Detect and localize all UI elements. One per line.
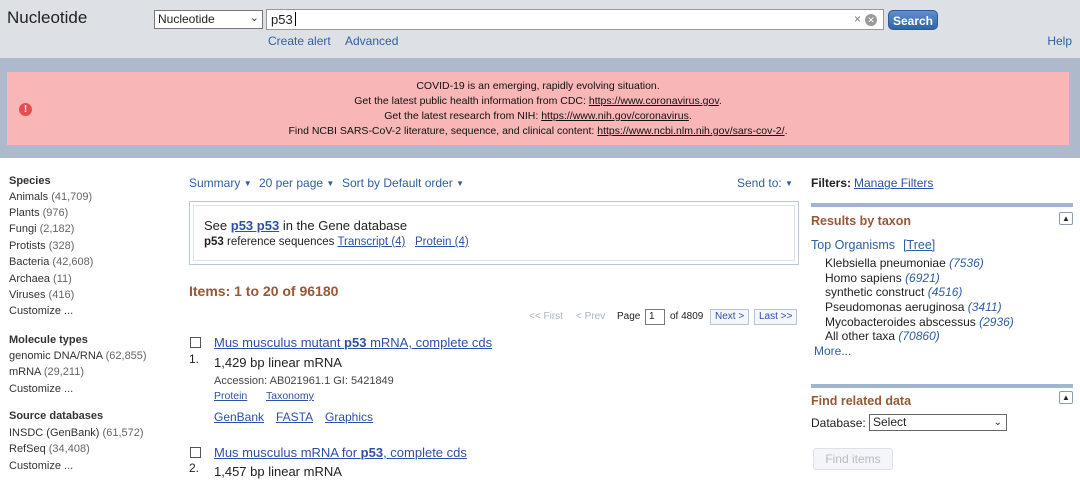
result-taxonomy-link[interactable]: Taxonomy — [266, 390, 314, 402]
create-alert-link[interactable]: Create alert — [268, 34, 331, 48]
header-bar: Nucleotide Nucleotide ⌄ p53 × ✕ Search C… — [0, 0, 1080, 58]
facet-item[interactable]: RefSeq (34,408) — [9, 443, 90, 455]
page-total: of 4809 — [670, 311, 704, 322]
search-input[interactable]: p53 × ✕ — [266, 9, 884, 30]
facet-item[interactable]: Protists (328) — [9, 240, 74, 252]
summary-dropdown[interactable]: Summary ▼ — [189, 176, 252, 190]
chevron-down-icon: ⌄ — [993, 417, 1002, 428]
database-label: Database: — [811, 416, 866, 430]
facet-item[interactable]: Viruses (416) — [9, 289, 74, 301]
result-number: 2. — [189, 461, 200, 475]
facet-item[interactable]: mRNA (29,211) — [9, 366, 84, 378]
facet-item[interactable]: Animals (41,709) — [9, 191, 92, 203]
facet-title-source: Source databases — [9, 410, 104, 422]
related-database-select[interactable]: Select ⌄ — [869, 414, 1007, 431]
gene-link[interactable]: p53 p53 — [231, 218, 279, 233]
help-link[interactable]: Help — [1047, 34, 1072, 48]
text-caret — [294, 12, 296, 26]
sars-cov-2-link[interactable]: https://www.ncbi.nlm.nih.gov/sars-cov-2/ — [597, 125, 784, 137]
database-select-value: Nucleotide — [158, 12, 215, 26]
find-related-data-title: Find related data — [811, 394, 912, 408]
top-organisms-label: Top Organisms — [811, 238, 896, 252]
gene-box-inner — [193, 205, 795, 261]
customize-link[interactable]: Customize ... — [9, 383, 73, 395]
related-header-bar — [811, 384, 1073, 388]
triangle-down-icon: ▼ — [243, 179, 252, 188]
more-taxa-link[interactable]: More... — [814, 344, 851, 358]
triangle-down-icon: ▼ — [326, 179, 335, 188]
next-page-button[interactable]: Next > — [710, 309, 750, 325]
app-title: Nucleotide — [7, 8, 88, 27]
customize-link[interactable]: Customize ... — [9, 460, 73, 472]
per-page-dropdown[interactable]: 20 per page ▼ — [259, 176, 334, 190]
gene-see-line: See p53 p53 in the Gene database — [204, 218, 408, 233]
fasta-link[interactable]: FASTA — [276, 410, 313, 424]
taxon-item[interactable]: synthetic construct (4516) — [825, 285, 962, 299]
result-protein-link[interactable]: Protein — [214, 390, 247, 402]
result-title-link[interactable]: Mus musculus mRNA for p53, complete cds — [214, 445, 467, 460]
collapse-up-icon[interactable]: ▲ — [1059, 391, 1073, 404]
result-checkbox[interactable] — [190, 337, 201, 348]
facet-item[interactable]: Bacteria (42,608) — [9, 256, 93, 268]
result-description: 1,457 bp linear mRNA — [214, 464, 342, 479]
results-by-taxon-title: Results by taxon — [811, 214, 912, 228]
find-items-button[interactable]: Find items — [813, 448, 893, 470]
facet-item[interactable]: INSDC (GenBank) (61,572) — [9, 427, 144, 439]
triangle-down-icon: ▼ — [785, 179, 793, 188]
clear-icon[interactable]: × — [854, 12, 861, 26]
result-checkbox[interactable] — [190, 447, 201, 458]
result-description: 1,429 bp linear mRNA — [214, 355, 342, 370]
taxon-header-bar — [811, 203, 1073, 207]
facet-title-species: Species — [9, 175, 51, 187]
facet-item[interactable]: Plants (976) — [9, 207, 68, 219]
result-title-link[interactable]: Mus musculus mutant p53 mRNA, complete c… — [214, 335, 492, 350]
taxon-item[interactable]: Pseudomonas aeruginosa (3411) — [825, 300, 1002, 314]
send-to-dropdown[interactable]: Send to: ▼ — [737, 176, 793, 190]
nih-link[interactable]: https://www.nih.gov/coronavirus — [541, 110, 689, 122]
taxon-item[interactable]: Klebsiella pneumoniae (7536) — [825, 256, 984, 270]
search-button[interactable]: Search — [888, 10, 938, 30]
filters-label: Filters: — [811, 176, 852, 190]
items-count: Items: 1 to 20 of 96180 — [189, 283, 339, 299]
clear-circle-icon[interactable]: ✕ — [865, 14, 877, 26]
gene-database-box: See p53 p53 in the Gene database p53 ref… — [189, 201, 799, 265]
alert-line-1: COVID-19 is an emerging, rapidly evolvin… — [416, 80, 660, 92]
genbank-link[interactable]: GenBank — [214, 410, 264, 424]
database-select[interactable]: Nucleotide ⌄ — [154, 10, 263, 29]
tree-link[interactable]: [Tree] — [903, 238, 935, 252]
collapse-up-icon[interactable]: ▲ — [1059, 212, 1073, 225]
taxon-item[interactable]: Mycobacteroides abscessus (2936) — [825, 315, 1014, 329]
protein-link[interactable]: Protein (4) — [415, 236, 469, 248]
cdc-link[interactable]: https://www.coronavirus.gov — [589, 95, 719, 107]
manage-filters-link[interactable]: Manage Filters — [854, 176, 933, 190]
first-page-link[interactable]: << First — [529, 311, 563, 322]
gene-refseq-line: p53 reference sequences Transcript (4) P… — [204, 236, 469, 248]
taxon-item[interactable]: All other taxa (70860) — [825, 329, 940, 343]
page-label: Page — [617, 311, 641, 322]
graphics-link[interactable]: Graphics — [325, 410, 373, 424]
alert-line-2: Get the latest public health information… — [354, 95, 722, 107]
prev-page-link[interactable]: < Prev — [576, 311, 605, 322]
facet-title-molecule: Molecule types — [9, 334, 88, 346]
last-page-button[interactable]: Last >> — [754, 309, 798, 325]
search-input-value: p53 — [271, 12, 293, 27]
advanced-link[interactable]: Advanced — [345, 34, 398, 48]
transcript-link[interactable]: Transcript (4) — [337, 236, 405, 248]
sort-dropdown[interactable]: Sort by Default order ▼ — [342, 176, 464, 190]
top-organisms: Top Organisms [Tree] — [811, 238, 935, 252]
facet-item[interactable]: Fungi (2,182) — [9, 223, 74, 235]
chevron-down-icon: ⌄ — [249, 12, 259, 24]
facet-item[interactable]: Archaea (11) — [9, 273, 72, 285]
result-number: 1. — [189, 352, 200, 366]
taxon-item[interactable]: Homo sapiens (6921) — [825, 271, 940, 285]
alert-line-3: Get the latest research from NIH: https:… — [384, 110, 692, 122]
result-accession: Accession: AB021961.1 GI: 5421849 — [214, 375, 394, 387]
facet-item[interactable]: genomic DNA/RNA (62,855) — [9, 350, 147, 362]
customize-link[interactable]: Customize ... — [9, 305, 73, 317]
covid-alert: ! COVID-19 is an emerging, rapidly evolv… — [7, 72, 1069, 145]
triangle-down-icon: ▼ — [456, 179, 464, 188]
alert-line-4: Find NCBI SARS-CoV-2 literature, sequenc… — [288, 125, 788, 137]
page-number-input[interactable]: 1 — [645, 309, 665, 325]
